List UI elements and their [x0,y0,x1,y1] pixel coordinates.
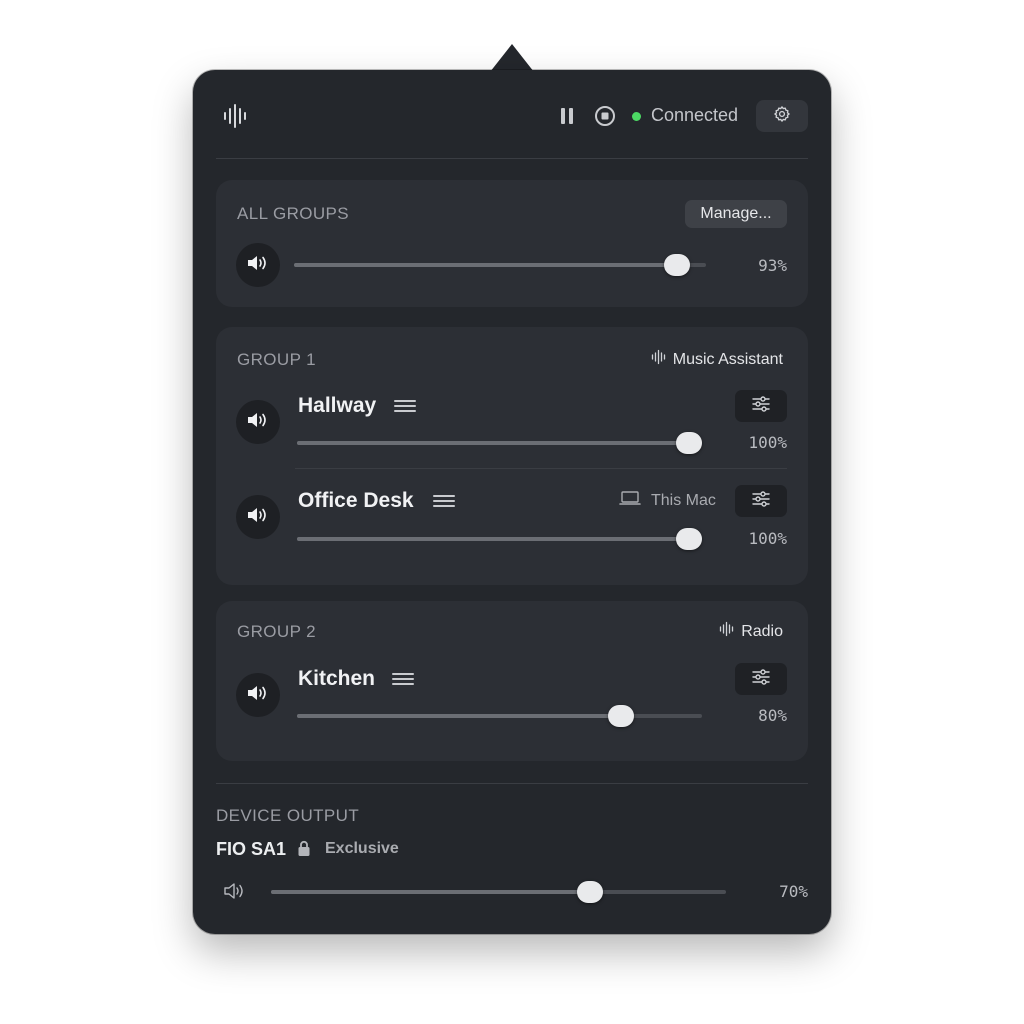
group-2-card: GROUP 2 Radio Kitchen 80% [216,601,808,761]
kitchen-volume-value: 80% [758,706,787,725]
group-1-source[interactable]: Music Assistant [651,349,783,370]
group-1-source-label: Music Assistant [672,350,783,368]
device-output-volume-value: 70% [779,882,808,901]
speaker-volume-icon [247,506,269,529]
office-desk-volume-slider[interactable] [297,528,702,550]
exclusive-mode-label: Exclusive [325,840,399,857]
sliders-icon [752,395,770,417]
office-desk-settings-button[interactable] [735,485,787,517]
hallway-mute-button[interactable] [236,400,280,444]
group-2-source[interactable]: Radio [719,621,783,642]
slider-fill [294,263,678,267]
all-groups-card: ALL GROUPS Manage... 93% [216,180,808,307]
office-desk-name: Office Desk [298,489,414,512]
slider-fill [271,890,590,894]
office-desk-mute-button[interactable] [236,495,280,539]
kitchen-mute-button[interactable] [236,673,280,717]
waveform-icon [719,621,735,642]
slider-fill [297,441,702,445]
device-output-title: DEVICE OUTPUT [216,806,360,825]
header-divider [216,158,808,159]
hallway-drag-handle-icon[interactable] [393,394,417,418]
slider-fill [297,537,702,541]
office-desk-drag-handle-icon[interactable] [432,489,456,513]
device-output-volume-slider[interactable] [271,881,726,903]
all-groups-volume-value: 93% [758,256,787,275]
gear-icon [773,105,791,128]
hallway-settings-button[interactable] [735,390,787,422]
kitchen-name: Kitchen [298,667,376,690]
all-groups-mute-button[interactable] [236,243,280,287]
speaker-volume-icon [247,684,269,707]
this-mac-indicator: This Mac [619,491,716,510]
settings-button[interactable] [756,100,808,132]
kitchen-drag-handle-icon[interactable] [391,667,415,691]
group-2-source-label: Radio [741,622,783,640]
waveform-logo-icon[interactable] [215,96,255,136]
waveform-icon [651,349,667,370]
device-output-divider [216,783,808,784]
group-2-title: GROUP 2 [237,622,317,641]
speaker-divider [295,468,787,469]
group-1-card: GROUP 1 Music Assistant Hallway 100% Off… [216,327,808,585]
office-desk-volume-value: 100% [748,529,787,548]
slider-fill [297,714,621,718]
slider-thumb[interactable] [676,528,702,550]
laptop-icon [619,491,641,510]
device-volume-icon[interactable] [224,882,248,905]
group-1-title: GROUP 1 [237,350,317,369]
all-groups-title: ALL GROUPS [237,204,350,223]
manage-groups-button[interactable]: Manage... [685,200,787,228]
slider-thumb[interactable] [664,254,691,276]
slider-thumb[interactable] [608,705,634,727]
audio-popover-panel: Connected ALL GROUPS Manage... 93% GROUP… [193,70,831,934]
speaker-volume-icon [247,411,269,434]
pause-icon[interactable] [555,104,579,128]
slider-thumb[interactable] [576,881,603,903]
kitchen-settings-button[interactable] [735,663,787,695]
hallway-volume-slider[interactable] [297,432,702,454]
hallway-name: Hallway [298,394,377,417]
sliders-icon [752,668,770,690]
slider-thumb[interactable] [676,432,702,454]
lock-icon [297,840,311,862]
this-mac-label: This Mac [651,491,716,509]
status-dot [632,112,641,121]
popover-arrow [490,44,534,72]
kitchen-volume-slider[interactable] [297,705,702,727]
device-output-name: FIO SA1 [216,839,287,859]
sliders-icon [752,490,770,512]
speaker-volume-icon [247,254,269,277]
all-groups-volume-slider[interactable] [294,254,706,276]
stop-icon[interactable] [593,104,617,128]
connection-status: Connected [651,105,739,125]
hallway-volume-value: 100% [748,433,787,452]
